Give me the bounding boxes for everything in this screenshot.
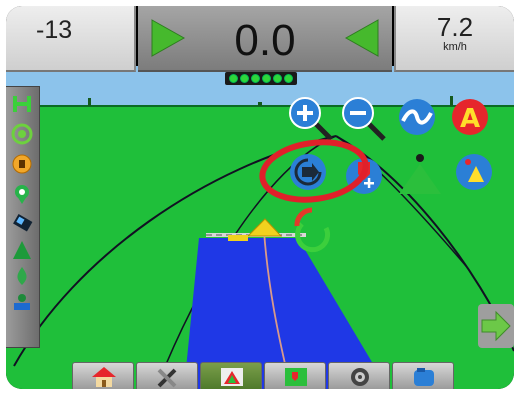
heading-error-value: -13 [36,16,73,44]
guideline-mode-icon[interactable] [397,97,437,137]
led-indicator [273,74,282,83]
left-toolbar [6,86,40,348]
speed-value: 7.2 [436,12,474,42]
home-icon [92,367,116,387]
marked-point-icon[interactable] [11,153,33,175]
cross-track-box: 0.0 [138,6,392,72]
led-indicator [229,74,238,83]
highlight-ring [259,139,369,203]
steer-left-icon [344,19,379,57]
next-page-button[interactable] [478,304,514,348]
guidance-mode-icon[interactable] [11,93,33,115]
tools-tab[interactable] [136,362,198,389]
vehicle-view-tab[interactable] [200,362,262,389]
birds-eye-view-icon[interactable] [454,152,494,192]
speed-unit: km/h [443,41,467,53]
svg-text:A: A [460,104,480,134]
speed-box: 7.2 km/h [394,6,514,72]
heading-error-box: -13 [6,6,136,72]
map-tab-icon [285,368,307,386]
product-tank-tab[interactable] [392,362,454,389]
mark-a-button[interactable]: A [450,97,490,137]
gauge-tab[interactable] [328,362,390,389]
led-indicator [262,74,271,83]
vehicle-view-icon[interactable] [397,152,443,196]
led-indicator [284,74,293,83]
guidance-screen: -13 0.0 7.2 km/h A [6,6,514,389]
vehicle-view-tab-icon [221,368,243,386]
flow-icon[interactable] [11,265,33,287]
lightbar [225,72,297,85]
tools-icon [157,368,177,388]
led-indicator [240,74,249,83]
boundary-icon[interactable] [11,123,33,145]
tilt-icon[interactable] [11,213,33,235]
gauge-icon [351,368,369,386]
map-tab[interactable] [264,362,326,389]
applied-area-icon[interactable] [11,291,33,313]
led-indicator [251,74,260,83]
section-icon[interactable] [11,239,33,261]
gps-status-icon[interactable] [11,183,33,205]
home-tab[interactable] [72,362,134,389]
product-tank-icon [414,368,434,386]
